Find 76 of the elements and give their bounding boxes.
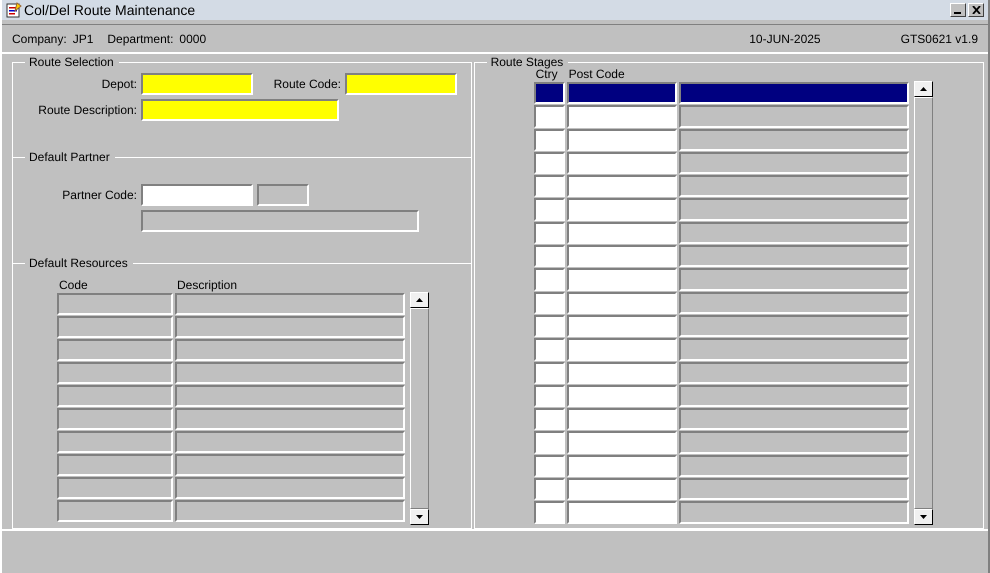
up-arrow-icon xyxy=(920,87,927,91)
table-cell[interactable] xyxy=(534,222,565,244)
company-value: JP1 xyxy=(72,32,94,46)
field-label: Route Description: xyxy=(37,103,137,117)
scroll-up-button[interactable] xyxy=(410,292,429,308)
section-title: Default Resources xyxy=(29,256,128,270)
minimize-button[interactable] xyxy=(950,3,966,17)
table-cell[interactable] xyxy=(566,384,677,408)
table-cell[interactable] xyxy=(534,128,565,151)
program-version: GTS0621 v1.9 xyxy=(900,32,978,46)
table-cell[interactable] xyxy=(534,105,565,128)
table-cell[interactable] xyxy=(534,152,565,174)
down-arrow-icon xyxy=(416,515,423,519)
table-cell[interactable] xyxy=(566,268,677,291)
table-cell[interactable] xyxy=(566,105,677,128)
table-cell[interactable] xyxy=(534,198,565,221)
table-cell[interactable] xyxy=(566,222,677,244)
column-header: Code xyxy=(58,278,89,292)
table-cell[interactable] xyxy=(534,454,565,478)
scroll-up-button[interactable] xyxy=(914,81,933,97)
date-text: 10-JUN-2025 xyxy=(749,32,821,46)
input-field[interactable] xyxy=(141,73,253,95)
close-icon xyxy=(972,6,980,14)
table-cell[interactable] xyxy=(566,362,677,384)
department-label: Department: xyxy=(107,32,174,46)
input-field[interactable] xyxy=(141,184,253,206)
table-cell[interactable] xyxy=(534,245,565,268)
table-cell[interactable] xyxy=(566,478,677,500)
column-header: Ctry xyxy=(536,67,558,81)
scrollbar[interactable] xyxy=(914,81,933,525)
section-title: Route Selection xyxy=(29,55,114,69)
table-cell[interactable] xyxy=(566,431,677,454)
table-cell[interactable] xyxy=(566,408,677,430)
table-cell[interactable] xyxy=(534,362,565,384)
down-arrow-icon xyxy=(920,515,927,519)
column-header: Description xyxy=(176,278,238,292)
table-cell[interactable] xyxy=(534,431,565,454)
table-cell[interactable] xyxy=(534,268,565,291)
table-cell[interactable] xyxy=(534,314,565,338)
section-title: Route Stages xyxy=(490,55,564,69)
table-cell[interactable] xyxy=(534,408,565,430)
column-header: Post Code xyxy=(568,67,626,81)
department-value: 0000 xyxy=(179,32,206,46)
table-cell[interactable] xyxy=(534,384,565,408)
table-cell[interactable] xyxy=(534,338,565,361)
table-cell[interactable] xyxy=(534,175,565,198)
table-cell[interactable] xyxy=(566,152,677,174)
window-title: Col/Del Route Maintenance xyxy=(24,2,196,18)
table-cell[interactable] xyxy=(566,314,677,338)
company-label: Company: xyxy=(12,32,67,46)
scrollbar[interactable] xyxy=(410,292,429,525)
up-arrow-icon xyxy=(416,298,423,302)
field-label: Depot: xyxy=(100,77,137,91)
table-cell[interactable] xyxy=(566,175,677,198)
table-cell[interactable] xyxy=(566,454,677,478)
close-button[interactable] xyxy=(968,3,984,17)
table-cell[interactable] xyxy=(566,338,677,361)
scroll-down-button[interactable] xyxy=(914,509,933,525)
table-cell[interactable] xyxy=(566,501,677,524)
input-field[interactable] xyxy=(141,99,339,121)
table-cell[interactable] xyxy=(566,82,677,104)
table-cell[interactable] xyxy=(566,292,677,314)
table-cell[interactable] xyxy=(566,128,677,151)
table-cell[interactable] xyxy=(566,245,677,268)
table-cell[interactable] xyxy=(566,198,677,221)
table-cell[interactable] xyxy=(678,82,909,104)
field-label: Partner Code: xyxy=(61,188,137,202)
table-cell[interactable] xyxy=(534,478,565,500)
table-cell[interactable] xyxy=(534,82,565,104)
section-title: Default Partner xyxy=(29,150,110,164)
table-cell[interactable] xyxy=(534,292,565,314)
input-field[interactable] xyxy=(345,73,457,95)
table-cell[interactable] xyxy=(534,501,565,524)
scroll-down-button[interactable] xyxy=(410,509,429,525)
form-icon xyxy=(6,2,22,18)
field-label: Route Code: xyxy=(272,77,341,91)
